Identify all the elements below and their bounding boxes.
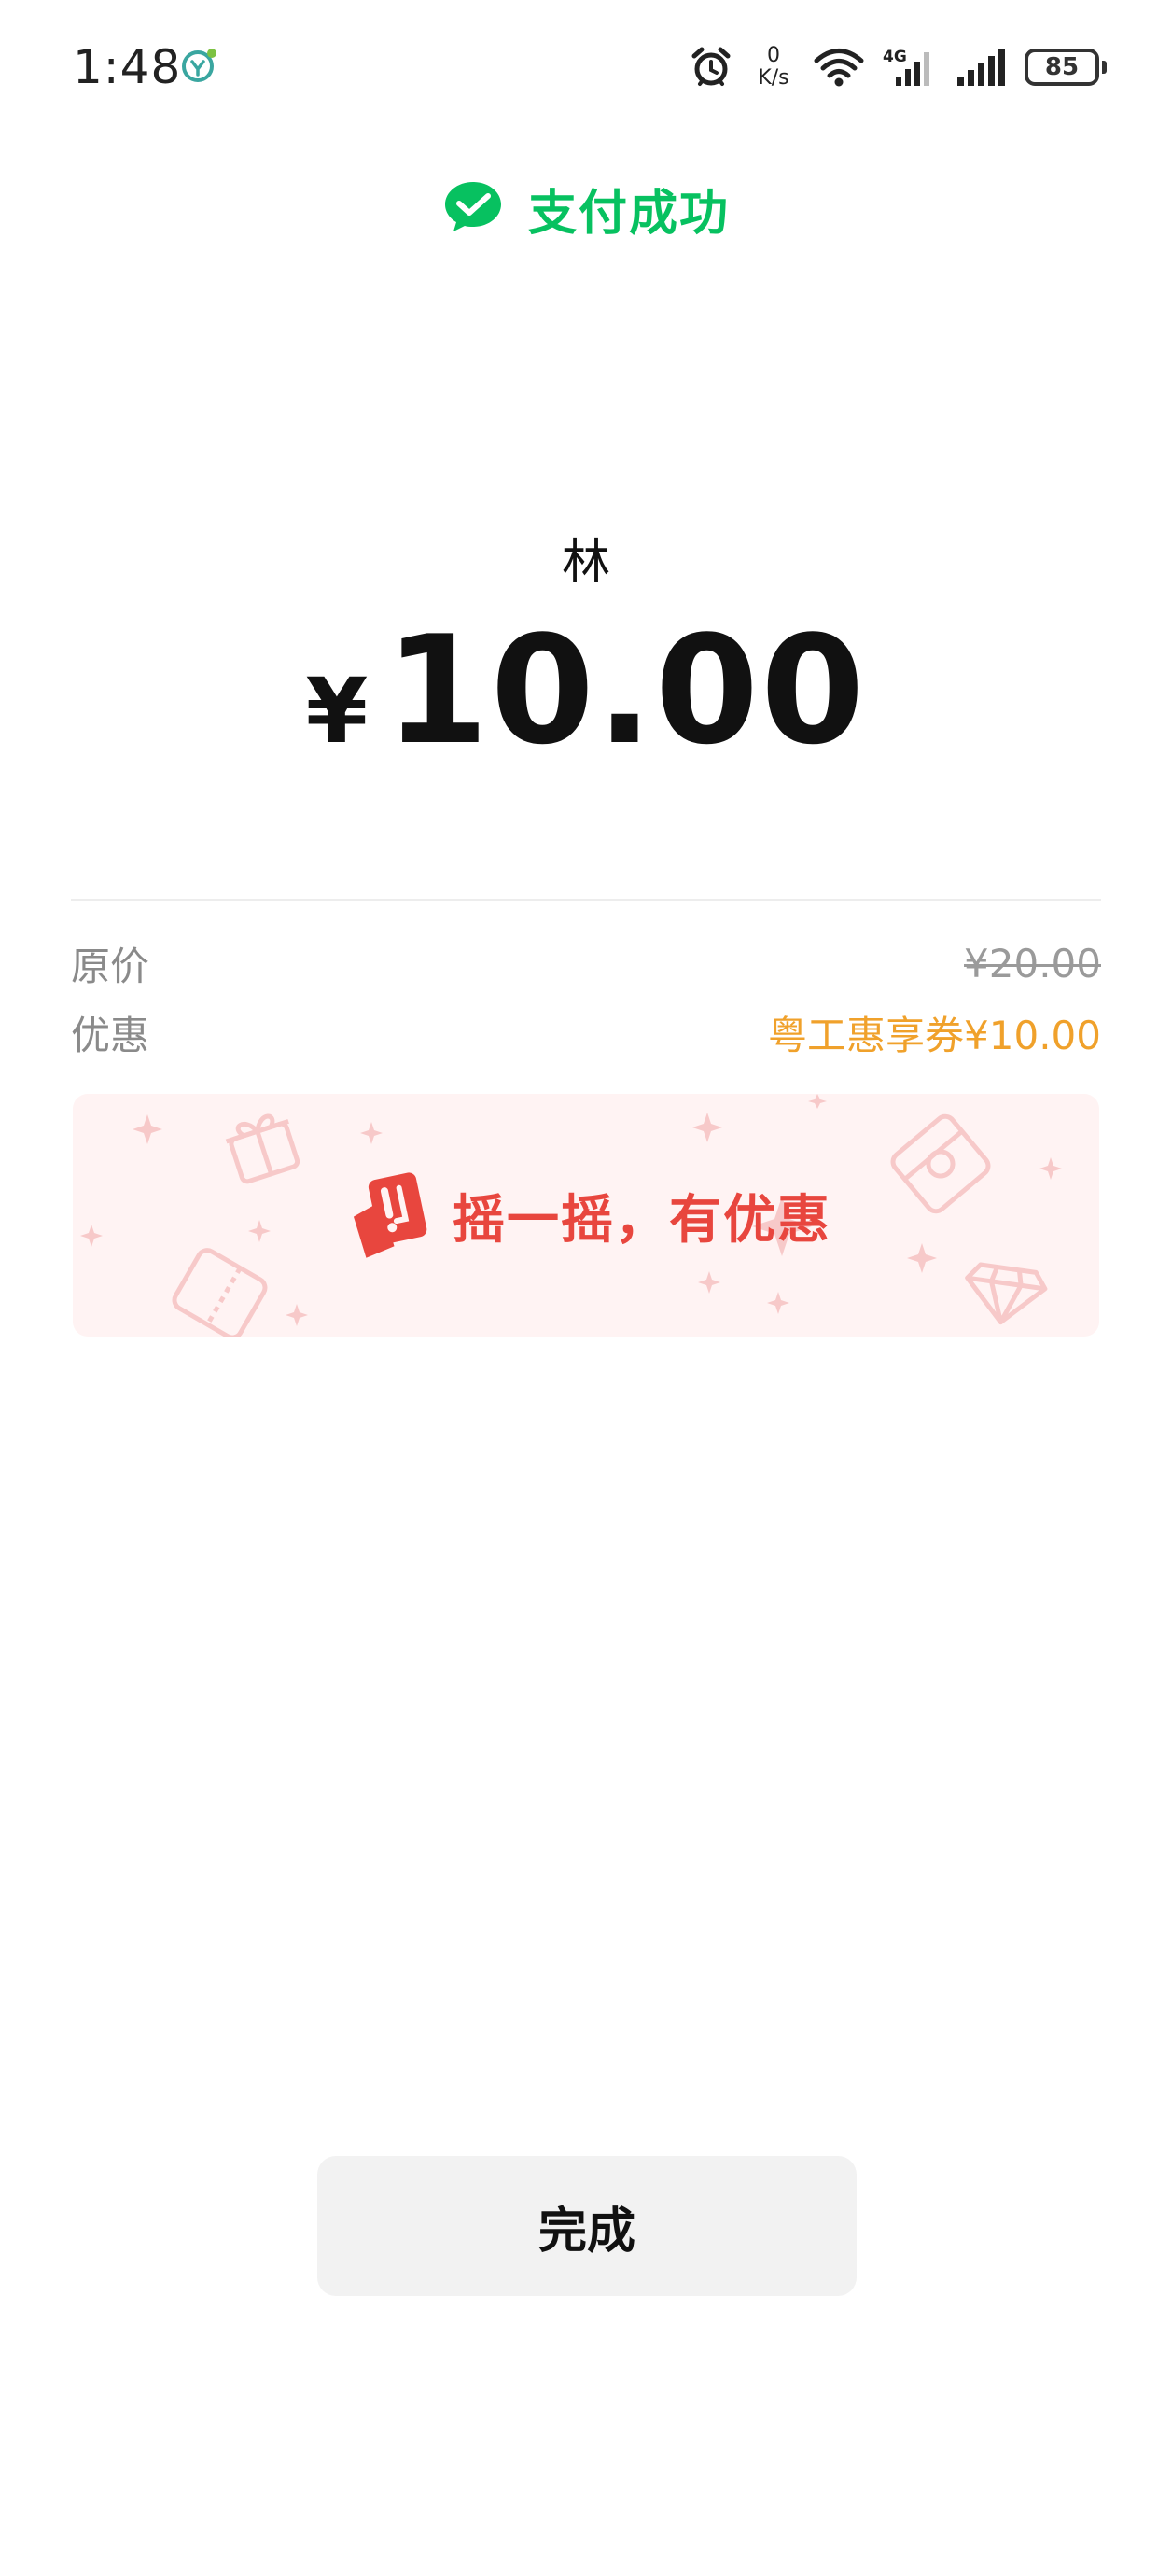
signal-4g-icon: 4G (883, 45, 937, 90)
shake-coupon-icon (341, 1167, 434, 1264)
network-type-label: 4G (883, 48, 907, 66)
app-notification-icon (181, 47, 218, 84)
battery-icon: 85 (1025, 49, 1107, 86)
done-button[interactable]: 完成 (317, 2156, 857, 2296)
wifi-icon (814, 47, 864, 88)
amount-value: 10.00 (384, 603, 867, 777)
payment-success-screen: 1:48 0 K/s 4G 85 支付成功 林 ¥ 10.00 原价 ¥20.0… (0, 0, 1172, 2576)
payment-amount: ¥ 10.00 (0, 616, 1172, 765)
status-bar: 1:48 0 K/s 4G 85 (0, 0, 1172, 131)
original-price-value: ¥20.00 (964, 940, 1101, 987)
battery-level: 85 (1044, 53, 1080, 81)
shake-promo-text: 摇一摇，有优惠 (453, 1189, 831, 1251)
discount-label: 优惠 (71, 1012, 150, 1058)
merchant-name: 林 (561, 535, 610, 591)
payment-success-title: 支付成功 (527, 186, 730, 242)
status-icons: 0 K/s 4G 85 (689, 41, 1107, 93)
original-price-row: 原价 ¥20.00 (71, 937, 1101, 989)
wechat-pay-icon (442, 178, 504, 240)
original-price-label: 原价 (71, 943, 150, 989)
network-speed: 0 K/s (752, 45, 795, 90)
discount-value: 粤工惠享券¥10.00 (768, 1012, 1101, 1058)
alarm-icon (689, 45, 733, 90)
currency-symbol: ¥ (305, 659, 369, 763)
network-speed-unit: K/s (758, 66, 789, 90)
network-speed-value: 0 (767, 44, 780, 67)
discount-row: 优惠 粤工惠享券¥10.00 (71, 1006, 1101, 1058)
status-time: 1:48 (73, 40, 182, 94)
signal-icon (956, 45, 1006, 90)
divider (71, 899, 1101, 901)
payment-header: 支付成功 (0, 174, 1172, 244)
shake-promo-content: 摇一摇，有优惠 (73, 1094, 1099, 1337)
shake-promo-banner[interactable]: 摇一摇，有优惠 (73, 1094, 1099, 1337)
